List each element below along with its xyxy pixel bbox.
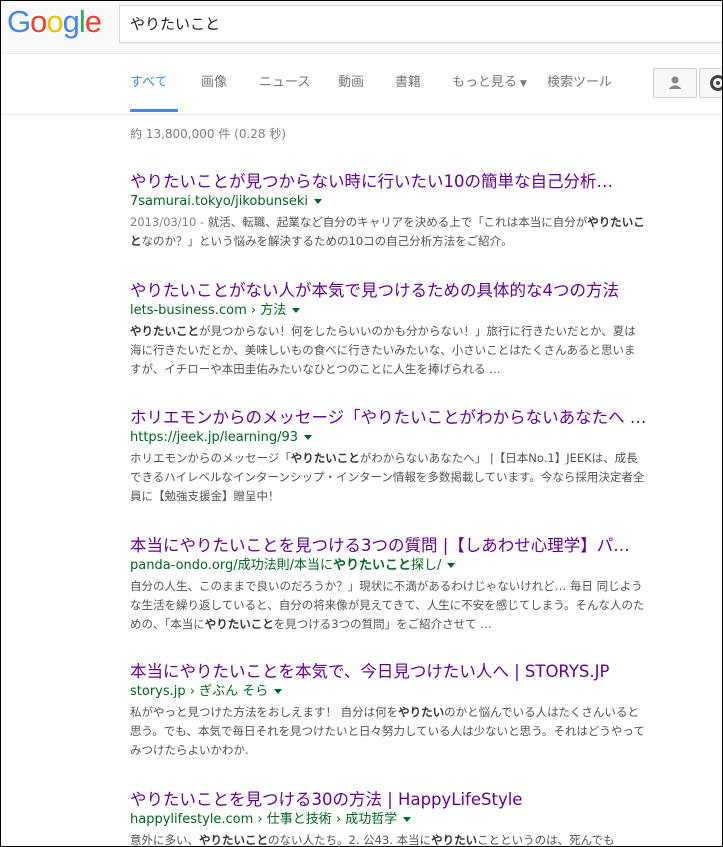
dropdown-arrow-icon[interactable] (274, 689, 283, 694)
snippet-text: ホリエモンからのメッセージ「 (130, 451, 291, 465)
browser-frame: Google すべて 画像 ニュース 動画 書籍 もっと見る▼ 検索ツール 約 … (0, 0, 723, 847)
snippet-text: 就活、転職、起業など自分のキャリアを決める上で「これは本当に自分が (207, 215, 588, 229)
search-box[interactable] (119, 5, 722, 43)
tab-more-label: もっと見る (452, 75, 518, 90)
tab-images[interactable]: 画像 (201, 54, 227, 112)
search-result: 本当にやりたいことを本気で、今日見つけたい人へ | STORYS.JP stor… (130, 661, 645, 760)
result-url: storys.jp › ぎぶん そら (130, 683, 645, 701)
dropdown-arrow-icon[interactable] (292, 308, 301, 313)
person-icon (668, 76, 682, 89)
result-url: panda-ondo.org/成功法則/本当にやりたいこと探し/ (130, 557, 645, 575)
highlighted-term: やりたいこと (199, 833, 268, 847)
tab-all[interactable]: すべて (130, 54, 178, 112)
tab-search-tools[interactable]: 検索ツール (547, 54, 612, 112)
snippet-text: 探し/ (411, 558, 442, 573)
settings-button[interactable] (699, 68, 722, 98)
dropdown-arrow-icon[interactable] (304, 435, 313, 440)
snippet-text: を見つける3つの質問」をご紹介させて … (273, 617, 492, 631)
search-result: やりたいことがない人が本気で見つけるための具体的な4つの方法 lets-busi… (130, 280, 645, 379)
logo-letter: o (46, 4, 63, 39)
snippet-text: panda-ondo.org/成功法則/本当に (130, 558, 333, 573)
highlighted-term: やりたいこと (130, 324, 199, 338)
chevron-down-icon: ▼ (520, 79, 527, 89)
result-title[interactable]: やりたいことを見つける30の方法 | HappyLifeStyle (130, 789, 645, 811)
result-snippet: 私がやっと見つけた方法をおしえます！ 自分は何をやりたいのかと悩んでいる人はたく… (130, 703, 645, 760)
tab-news[interactable]: ニュース (259, 54, 310, 112)
google-logo[interactable]: Google (7, 3, 102, 41)
result-title[interactable]: やりたいことが見つからない時に行いたい10の簡単な自己分析… (130, 171, 645, 193)
search-result: やりたいことを見つける30の方法 | HappyLifeStyle happyl… (130, 789, 645, 847)
search-tabs: すべて 画像 ニュース 動画 書籍 もっと見る ▼ 検索ツール (1, 54, 722, 115)
snippet-text: 意外に多い、 (130, 833, 199, 847)
snippet-text: が見つからない！何をしたらいいのかも分からない！」旅行に行きたいだとか、夏は海に… (130, 324, 636, 376)
tab-videos[interactable]: 動画 (338, 54, 364, 112)
search-header: Google (1, 1, 722, 54)
result-date: 2013/03/10 - (130, 215, 208, 229)
dropdown-arrow-icon[interactable] (447, 563, 456, 568)
result-snippet: 意外に多い、やりたいことのない人たち。2. 公43. 本当にやりたいことというの… (130, 831, 645, 847)
logo-letter: g (62, 4, 80, 39)
result-snippet: ホリエモンからのメッセージ「やりたいことがわからないあなたへ」 |【日本No.1… (130, 449, 645, 506)
result-url: lets-business.com › 方法 (130, 302, 645, 320)
snippet-text: 私がやっと見つけた方法をおしえます！ 自分は何を (130, 705, 399, 719)
result-snippet: 自分の人生、このままで良いのだろうか？」現状に不満があるわけじゃないけれど… 毎… (130, 577, 645, 634)
result-url: 7samurai.tokyo/jikobunseki (130, 193, 645, 211)
result-url: https://jeek.jp/learning/93 (130, 429, 645, 447)
search-result: やりたいことが見つからない時に行いたい10の簡単な自己分析… 7samurai.… (130, 171, 645, 251)
result-snippet: 2013/03/10 - 就活、転職、起業など自分のキャリアを決める上で「これは… (130, 213, 645, 251)
tab-more[interactable]: もっと見る ▼ (452, 54, 527, 112)
logo-letter: G (7, 4, 31, 39)
dropdown-arrow-icon[interactable] (314, 199, 322, 204)
result-title[interactable]: やりたいことがない人が本気で見つけるための具体的な4つの方法 (130, 280, 645, 302)
logo-letter: e (84, 4, 102, 39)
gear-icon (710, 75, 722, 91)
result-stats: 約 13,800,000 件 (0.28 秒) (130, 127, 287, 141)
highlighted-term: やりたいこと (290, 451, 360, 465)
result-title[interactable]: 本当にやりたいことを本気で、今日見つけたい人へ | STORYS.JP (130, 661, 645, 683)
snippet-text: のない人たち。2. 公43. 本当に (268, 833, 432, 847)
dropdown-arrow-icon[interactable] (403, 817, 412, 822)
search-result: 本当にやりたいことを見つける3つの質問 |【しあわせ心理学】パ… panda-o… (130, 535, 645, 634)
result-title[interactable]: 本当にやりたいことを見つける3つの質問 |【しあわせ心理学】パ… (130, 535, 645, 557)
highlighted-term: やりたい (398, 705, 445, 719)
result-url: happylifestyle.com › 仕事と技術 › 成功哲学 (130, 811, 645, 829)
logo-letter: o (30, 4, 47, 39)
tab-books[interactable]: 書籍 (395, 54, 421, 112)
highlighted-term: やりたいこと (204, 617, 274, 631)
highlighted-term: やりたいこと (333, 558, 412, 573)
account-button[interactable] (653, 68, 697, 98)
search-result: ホリエモンからのメッセージ「やりたいことがわからないあなたへ … https:/… (130, 407, 645, 506)
highlighted-term: やりたい (431, 833, 478, 847)
search-input[interactable] (120, 6, 690, 40)
snippet-text: ことというのは、死んでも (477, 833, 615, 847)
snippet-text: なのか？」という悩みを解決するための10コの自己分析方法をご紹介。 (141, 234, 513, 248)
result-title[interactable]: ホリエモンからのメッセージ「やりたいことがわからないあなたへ … (130, 407, 645, 429)
result-snippet: やりたいことが見つからない！何をしたらいいのかも分からない！」旅行に行きたいだと… (130, 322, 645, 379)
